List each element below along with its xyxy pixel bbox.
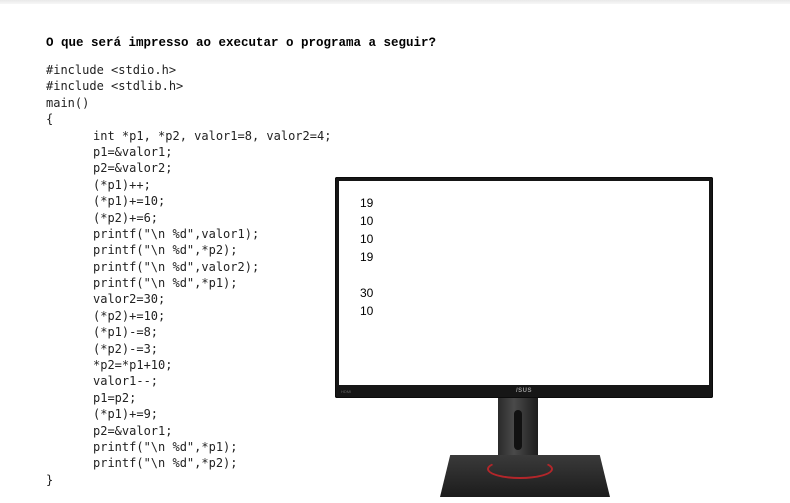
code-line: printf("\n %d",*p2); — [93, 243, 238, 258]
output-line: 10 — [360, 304, 374, 318]
output-line: 19 — [360, 196, 374, 210]
monitor-cable-slot — [514, 410, 522, 450]
code-line: (*p1)+=9; — [93, 407, 159, 422]
code-line: (*p2)+=10; — [93, 308, 166, 323]
code-line: *p2=*p1+10; — [93, 358, 173, 373]
monitor: 19 10 10 19 30 10 HDMI /SUS — [335, 177, 713, 398]
code-line: valor1--; — [93, 374, 159, 389]
code-line: p1=&valor1; — [93, 144, 173, 159]
code-line: printf("\n %d",*p1); — [93, 276, 238, 291]
code-line: printf("\n %d",*p2); — [93, 456, 238, 471]
question-heading: O que será impresso ao executar o progra… — [46, 36, 437, 50]
brand-logo: /SUS — [516, 388, 533, 394]
output-line: 30 — [360, 286, 374, 300]
code-line: int *p1, *p2, valor1=8, valor2=4; — [93, 128, 332, 143]
output-line: 10 — [360, 232, 374, 246]
code-line: (*p1)+=10; — [93, 194, 166, 209]
code-line: { — [46, 112, 54, 127]
code-listing: #include <stdio.h> #include <stdlib.h> mai… — [46, 62, 331, 488]
code-line: printf("\n %d",valor1); — [93, 226, 260, 241]
code-line: (*p1)++; — [93, 177, 151, 192]
monitor-screen: 19 10 10 19 30 10 — [339, 181, 709, 385]
code-line: } — [46, 472, 54, 487]
code-line: main() — [46, 95, 90, 110]
code-line: (*p2)+=6; — [93, 210, 159, 225]
hdmi-label: HDMI — [341, 389, 352, 394]
code-line: valor2=30; — [93, 292, 166, 307]
code-line: (*p1)-=8; — [93, 325, 159, 340]
code-line: p2=&valor1; — [93, 423, 173, 438]
code-line: p2=&valor2; — [93, 161, 173, 176]
monitor-base-accent — [487, 459, 553, 479]
output-line: 19 — [360, 250, 374, 264]
code-line: (*p2)-=3; — [93, 341, 159, 356]
output-line: 10 — [360, 214, 374, 228]
code-line: #include <stdlib.h> — [46, 79, 184, 94]
code-line: #include <stdio.h> — [46, 63, 177, 77]
top-bar — [0, 0, 790, 4]
code-line: printf("\n %d",*p1); — [93, 439, 238, 454]
code-line: printf("\n %d",valor2); — [93, 259, 260, 274]
code-line: p1=p2; — [93, 390, 137, 405]
